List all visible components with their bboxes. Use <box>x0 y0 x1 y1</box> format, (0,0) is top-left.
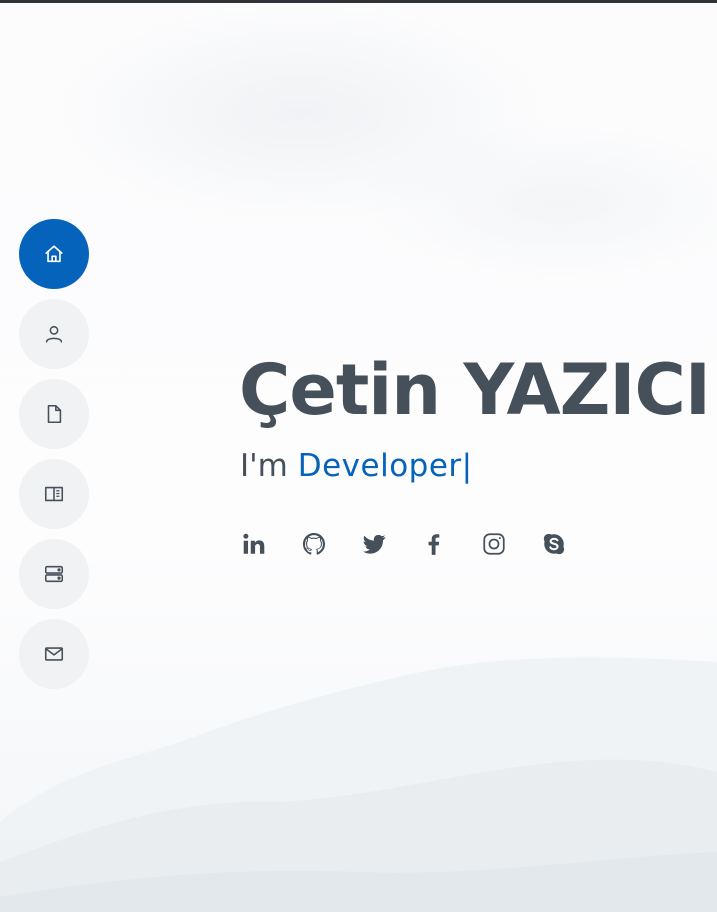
mountain-silhouette <box>0 657 717 912</box>
skype-link[interactable] <box>539 527 569 561</box>
instagram-icon <box>483 533 505 555</box>
linkedin-icon <box>243 533 265 554</box>
github-link[interactable] <box>299 527 329 561</box>
typed-role: Developer <box>297 448 462 484</box>
instagram-link[interactable] <box>479 527 509 561</box>
envelope-icon <box>44 647 64 661</box>
typed-cursor: | <box>461 448 473 484</box>
book-half-icon <box>44 486 64 502</box>
skype-icon <box>543 533 565 555</box>
nav-about-button[interactable] <box>19 299 89 369</box>
twitter-link[interactable] <box>359 527 389 561</box>
server-icon <box>44 565 64 583</box>
facebook-icon <box>428 534 440 555</box>
social-links <box>239 527 599 561</box>
house-icon <box>45 245 63 263</box>
nav-services-button[interactable] <box>19 539 89 609</box>
hero-intro: I'm <box>240 448 298 484</box>
nav-home-button[interactable] <box>19 219 89 289</box>
nav-portfolio-button[interactable] <box>19 459 89 529</box>
twitter-icon <box>362 534 386 554</box>
github-icon <box>302 532 326 555</box>
linkedin-link[interactable] <box>239 527 269 561</box>
file-icon <box>47 404 62 424</box>
facebook-link[interactable] <box>419 527 449 561</box>
nav-resume-button[interactable] <box>19 379 89 449</box>
hero-subtitle: I'm Developer| <box>240 445 472 487</box>
hero-name: Çetin YAZICI <box>239 349 711 431</box>
nav-contact-button[interactable] <box>19 619 89 689</box>
person-icon <box>45 325 63 343</box>
side-nav <box>19 219 89 699</box>
